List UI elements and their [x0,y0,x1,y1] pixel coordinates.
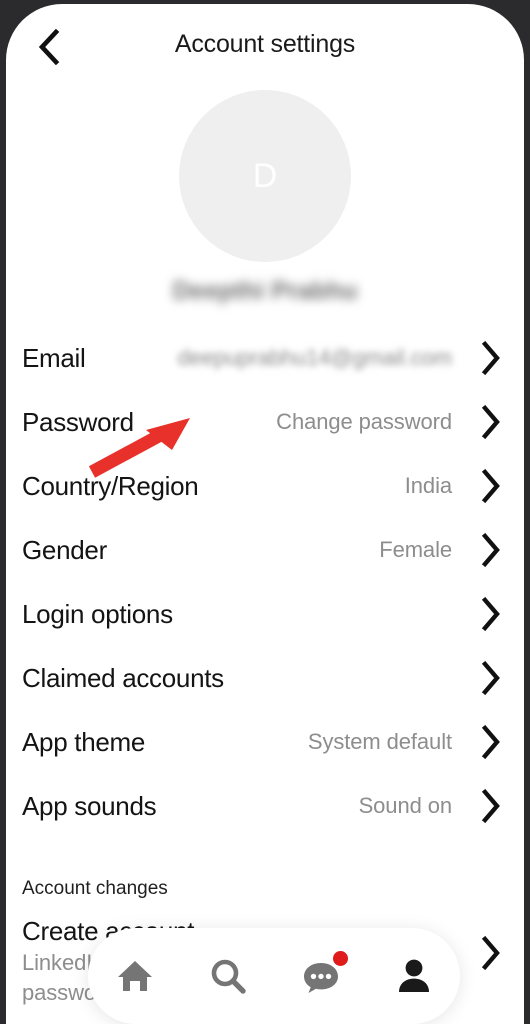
settings-row-label: Password [22,406,134,437]
nav-item-search[interactable] [192,940,264,1012]
chevron-right-icon [474,469,508,503]
settings-row-label: Claimed accounts [22,662,224,693]
settings-row-password[interactable]: Password Change password [6,390,524,454]
profile-name: Deepthi Prabhu [172,277,358,305]
settings-row-login-options[interactable]: Login options [6,582,524,646]
phone-bezel: Account settings D Deepthi Prabhu Email d… [0,0,530,1024]
settings-row-claimed-accounts[interactable]: Claimed accounts [6,646,524,710]
settings-row-value: Sound on [358,793,453,818]
settings-row-value: Change password [276,409,452,434]
chevron-right-icon [474,341,508,375]
profile-block: D Deepthi Prabhu [6,86,524,306]
settings-row-label: Country/Region [22,470,199,501]
chevron-right-icon [474,725,508,759]
settings-row-gender[interactable]: Gender Female [6,518,524,582]
page-title: Account settings [174,30,356,58]
settings-row-label: Login options [22,598,173,629]
settings-row-app-sounds[interactable]: App sounds Sound on [6,774,524,838]
avatar-initial: D [252,156,278,195]
nav-item-profile[interactable] [378,940,450,1012]
settings-row-email[interactable]: Email deepuprabhu14@gmail.com [6,326,524,390]
person-icon [394,956,434,996]
settings-row-value: deepuprabhu14@gmail.com [177,345,453,370]
home-icon [115,956,155,996]
nav-item-home[interactable] [99,940,171,1012]
nav-item-messages[interactable] [285,940,357,1012]
chevron-right-icon [474,914,508,970]
settings-row-value: System default [307,729,452,754]
settings-row-country-region[interactable]: Country/Region India [6,454,524,518]
chevron-right-icon [474,661,508,695]
settings-row-label: App theme [22,726,146,757]
search-icon [208,956,248,996]
settings-row-label: Email [22,342,86,373]
settings-row-label: Gender [22,534,107,565]
settings-row-label: App sounds [22,790,157,821]
chevron-right-icon [474,597,508,631]
avatar[interactable]: D [179,90,351,262]
chevron-right-icon [474,789,508,823]
app-header: Account settings [6,4,524,86]
settings-row-value: Female [379,537,452,562]
phone-screen: Account settings D Deepthi Prabhu Email d… [6,4,524,1024]
section-header: Account changes [22,878,168,899]
chevron-right-icon [474,533,508,567]
settings-row-app-theme[interactable]: App theme System default [6,710,524,774]
messages-badge [332,951,348,966]
settings-list: Email deepuprabhu14@gmail.com Password Chan… [6,326,524,838]
bottom-navigation-bar [88,928,460,1024]
settings-row-value: India [404,473,452,498]
chevron-right-icon [474,405,508,439]
